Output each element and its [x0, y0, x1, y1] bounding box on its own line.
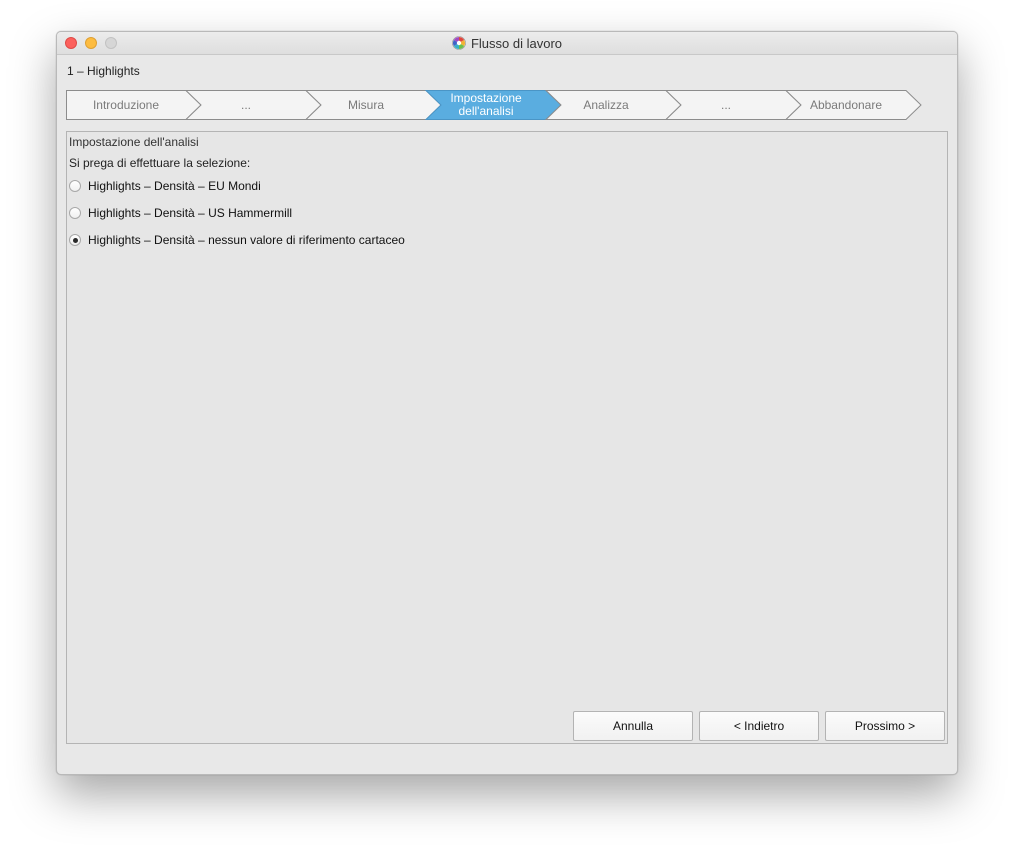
option-label: Highlights – Densità – US Hammermill: [88, 206, 293, 220]
option-eu-mondi[interactable]: Highlights – Densità – EU Mondi: [69, 177, 261, 195]
radio-button-nessun-riferimento[interactable]: [69, 234, 81, 246]
option-nessun-riferimento[interactable]: Highlights – Densità – nessun valore di …: [69, 231, 405, 249]
step-introduzione[interactable]: Introduzione: [66, 90, 186, 120]
step-impostazione-analisi[interactable]: Impostazione dell'analisi: [426, 90, 546, 120]
option-us-hammermill[interactable]: Highlights – Densità – US Hammermill: [69, 204, 292, 222]
radio-button-us-hammermill[interactable]: [69, 207, 81, 219]
option-label: Highlights – Densità – nessun valore di …: [88, 233, 405, 247]
color-wheel-icon: [452, 36, 466, 50]
radio-button-eu-mondi[interactable]: [69, 180, 81, 192]
analysis-setup-panel: Impostazione dell'analisi Si prega di ef…: [66, 131, 948, 744]
window-title: Flusso di lavoro: [470, 35, 563, 51]
cancel-button[interactable]: Annulla: [573, 711, 693, 741]
breadcrumb: 1 – Highlights: [67, 64, 140, 78]
step-ellipsis-2[interactable]: ...: [666, 90, 786, 120]
step-ellipsis-1[interactable]: ...: [186, 90, 306, 120]
step-misura[interactable]: Misura: [306, 90, 426, 120]
option-label: Highlights – Densità – EU Mondi: [88, 179, 261, 193]
back-button[interactable]: < Indietro: [699, 711, 819, 741]
window-title-wrap: Flusso di lavoro: [57, 32, 957, 54]
panel-title: Impostazione dell'analisi: [69, 135, 199, 149]
selection-instruction: Si prega di effettuare la selezione:: [69, 156, 251, 170]
next-button[interactable]: Prossimo >: [825, 711, 945, 741]
step-impostazione-line2: dell'analisi: [458, 104, 514, 118]
workflow-steps: Introduzione ... Misura Impostazione del…: [66, 90, 926, 120]
step-abbandonare[interactable]: Abbandonare: [786, 90, 906, 120]
workflow-window: Flusso di lavoro 1 – Highlights Introduz…: [56, 31, 958, 775]
title-bar[interactable]: Flusso di lavoro: [57, 32, 957, 55]
step-analizza[interactable]: Analizza: [546, 90, 666, 120]
